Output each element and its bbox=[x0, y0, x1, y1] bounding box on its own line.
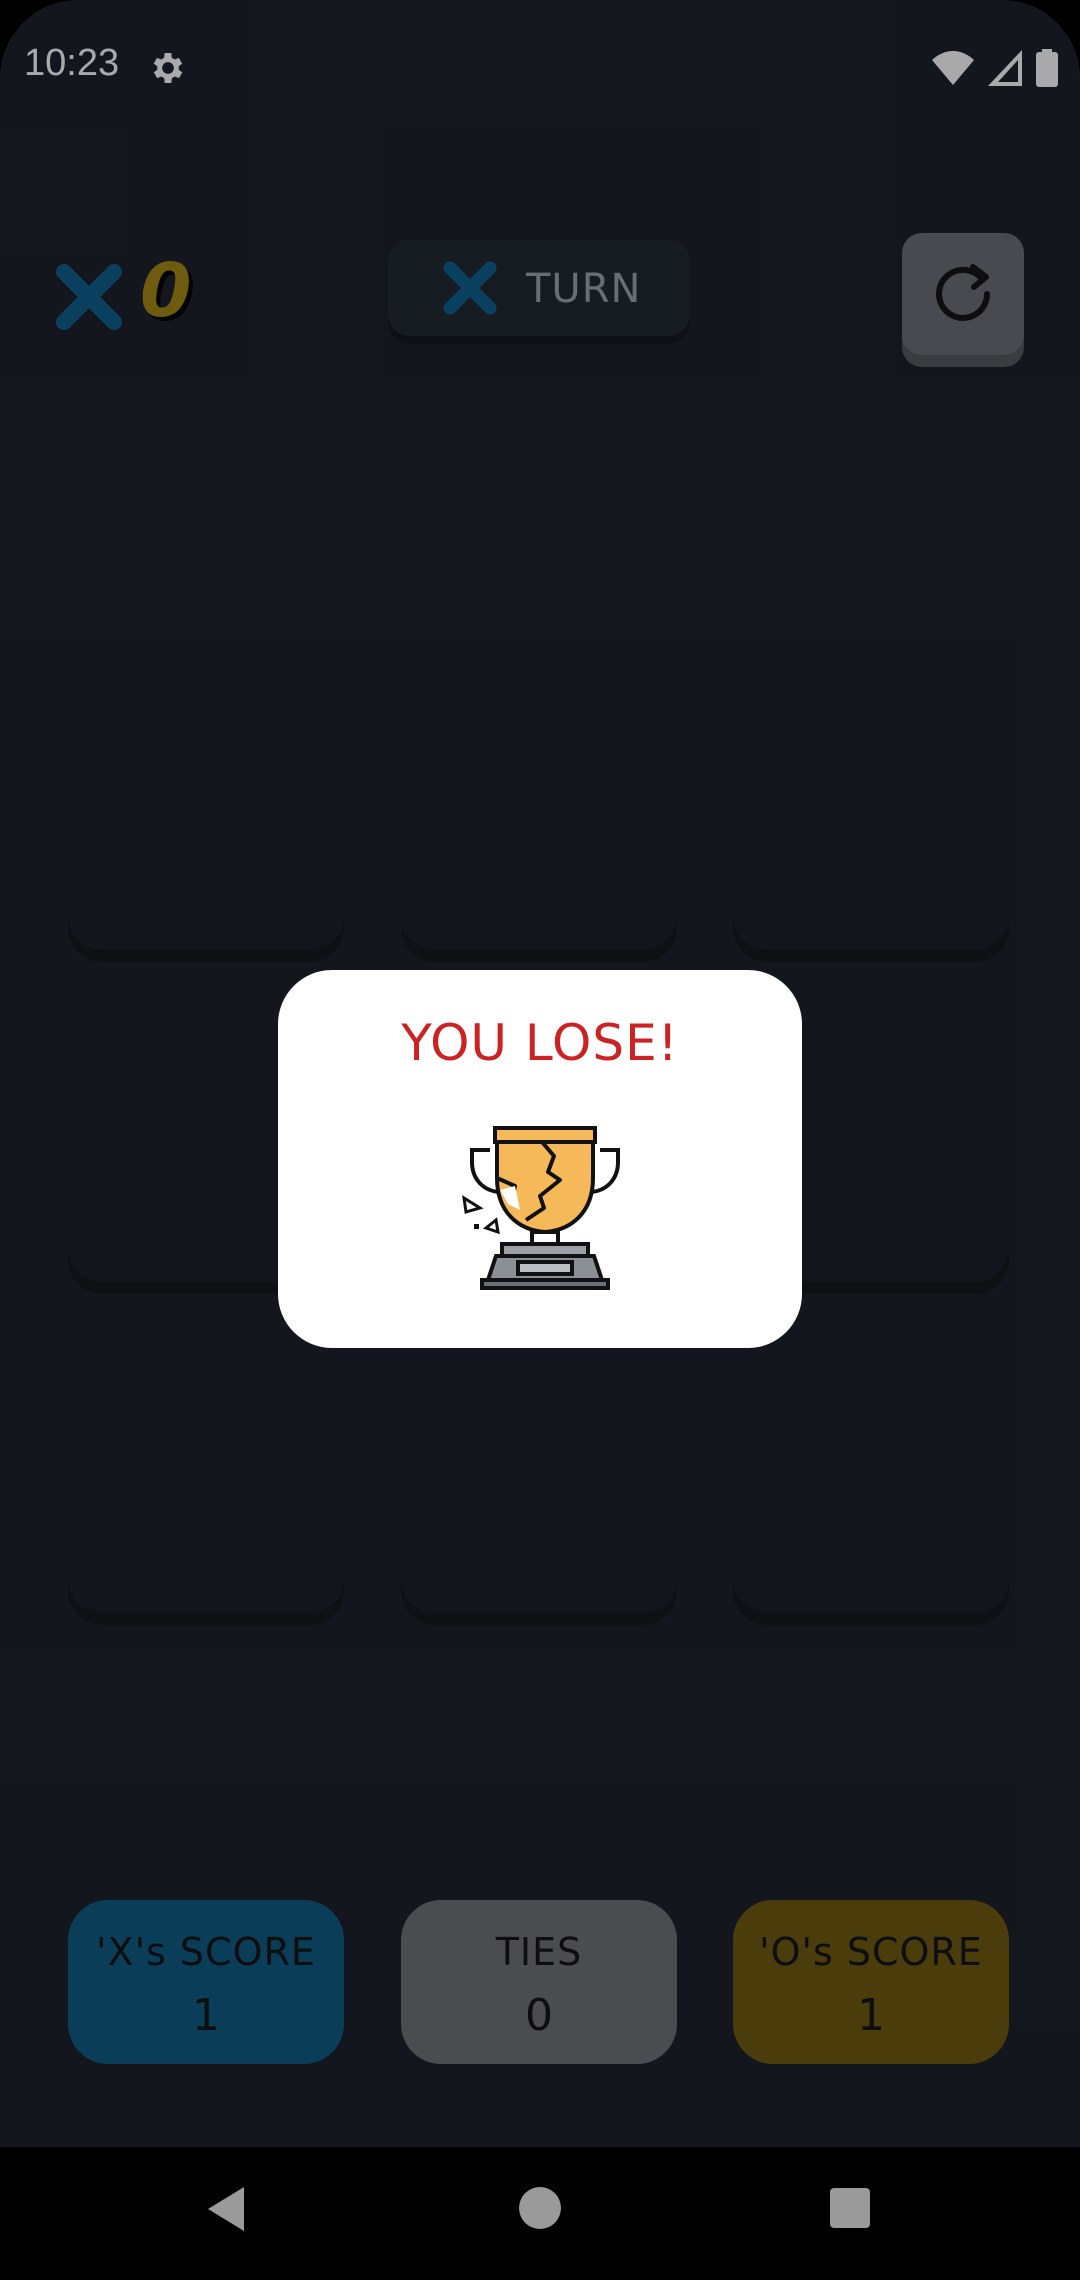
back-icon[interactable] bbox=[206, 2185, 246, 2233]
broken-trophy-icon bbox=[462, 1126, 620, 1290]
game-screen: 10:23 0 TURN 'X's SCORE 1 TIES 0 'O's SC… bbox=[0, 0, 1080, 2280]
result-title: YOU LOSE! bbox=[401, 1014, 679, 1072]
navigation-bar bbox=[0, 2147, 1080, 2280]
recents-icon[interactable] bbox=[830, 2188, 870, 2228]
result-dialog: YOU LOSE! bbox=[278, 970, 802, 1348]
home-icon[interactable] bbox=[519, 2187, 561, 2229]
